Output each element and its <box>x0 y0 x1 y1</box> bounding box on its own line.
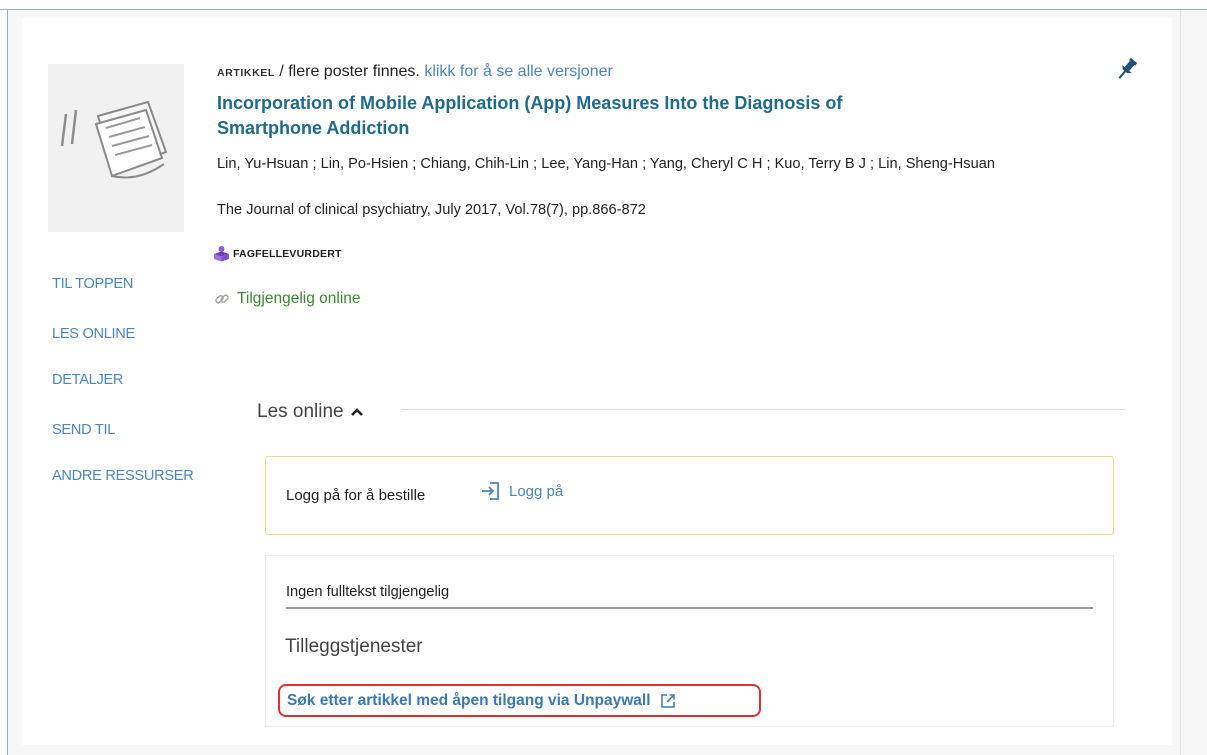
read-online-title: Les online <box>257 401 344 422</box>
peer-reviewed-badge: FAGFELLEVURDERT <box>213 245 342 262</box>
fulltext-box: Ingen fulltekst tilgjengelig Tilleggstje… <box>265 555 1114 727</box>
peer-reviewed-label: FAGFELLEVURDERT <box>233 247 342 260</box>
record-type-label: ARTIKKEL <box>217 67 275 79</box>
login-link-label: Logg på <box>509 482 564 500</box>
section-divider <box>401 409 1125 410</box>
section-nav: TIL TOPPEN LES ONLINE DETALJER SEND TIL … <box>45 262 215 484</box>
unpaywall-link-label: Søk etter artikkel med åpen tilgang via … <box>287 691 651 709</box>
availability-status[interactable]: Tilgjengelig online <box>214 290 361 308</box>
read-online-heading[interactable]: Les online <box>257 401 364 423</box>
versions-text: / flere poster finnes. <box>279 63 420 80</box>
record-meta-line: ARTIKKEL / flere poster finnes. klikk fo… <box>217 63 613 81</box>
record-source: The Journal of clinical psychiatry, July… <box>217 202 646 218</box>
nav-item-andre-ressurser[interactable]: ANDRE RESSURSER <box>52 468 194 484</box>
nav-item-send-til[interactable]: SEND TIL <box>52 422 115 438</box>
record-authors: Lin, Yu-Hsuan ; Lin, Po-Hsien ; Chiang, … <box>217 156 995 172</box>
no-fulltext-label: Ingen fulltekst tilgjengelig <box>286 584 450 600</box>
nav-item-til-toppen[interactable]: TIL TOPPEN <box>52 276 133 292</box>
external-link-icon <box>660 693 675 708</box>
services-heading: Tilleggstjenester <box>285 636 423 657</box>
record-title[interactable]: Incorporation of Mobile Application (App… <box>217 91 857 141</box>
login-prompt: Logg på for å bestille <box>286 487 426 504</box>
peer-reviewed-icon <box>214 246 229 262</box>
record-thumbnail <box>48 64 184 232</box>
login-link[interactable]: Logg på <box>481 481 563 501</box>
chevron-up-icon <box>350 408 363 416</box>
login-notice: Logg på for å bestille Logg på <box>265 456 1114 535</box>
login-icon <box>482 482 499 500</box>
unpaywall-link[interactable]: Søk etter artikkel med åpen tilgang via … <box>278 684 761 717</box>
availability-label: Tilgjengelig online <box>237 290 361 307</box>
versions-link[interactable]: klikk for å se alle versjoner <box>424 63 613 80</box>
nav-item-detaljer[interactable]: DETALJER <box>52 372 123 388</box>
right-scroll-rail[interactable] <box>1180 10 1207 755</box>
document-thumbnail-icon <box>60 100 168 179</box>
link-icon <box>215 294 229 304</box>
nav-item-les-online[interactable]: LES ONLINE <box>52 326 135 342</box>
fulltext-divider <box>286 607 1093 609</box>
window-top-border <box>0 0 1207 10</box>
pin-icon[interactable] <box>1116 56 1138 82</box>
